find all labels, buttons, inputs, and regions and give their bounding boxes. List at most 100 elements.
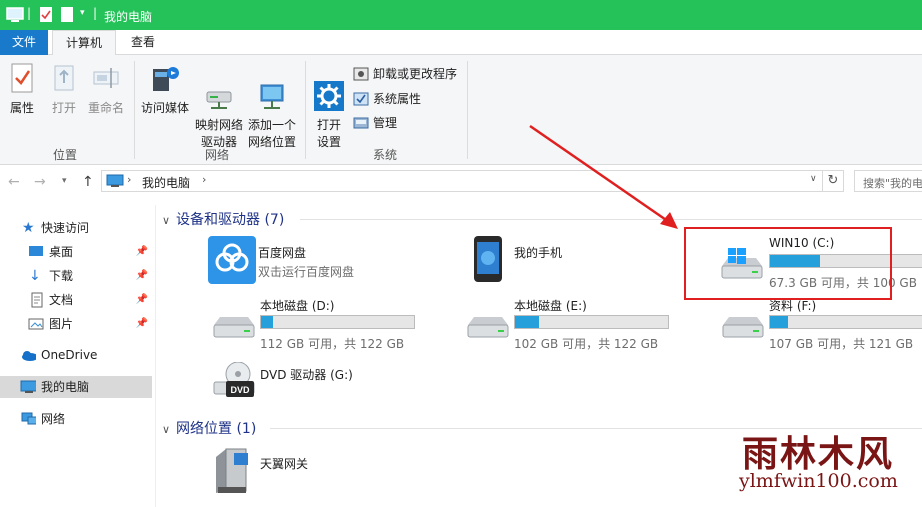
group-divider: [134, 61, 135, 159]
nav-this-pc[interactable]: 我的电脑: [0, 376, 152, 398]
tab-computer[interactable]: 计算机: [52, 30, 116, 56]
drive-name: 本地磁盘 (E:): [514, 299, 587, 313]
system-properties-button[interactable]: 系统属性: [353, 89, 433, 109]
navigation-pane: ★ 快速访问 桌面 📌 ↓ 下载 📌 文档 📌 图片 📌 OneDrive 我的…: [0, 205, 156, 507]
cloud-icon: [22, 351, 36, 361]
nav-label: 文档: [49, 293, 74, 307]
nav-label: 快速访问: [41, 221, 90, 235]
nav-onedrive[interactable]: OneDrive: [0, 344, 152, 366]
manage-icon: [353, 117, 369, 129]
system-properties-label: 系统属性: [373, 92, 422, 106]
nav-documents[interactable]: 文档 📌: [0, 289, 152, 311]
network-group-label: 网络: [205, 148, 230, 162]
uninstall-program-button[interactable]: 卸载或更改程序: [353, 64, 463, 84]
section-title: 设备和驱动器 (7): [176, 212, 285, 228]
title-bar: | ▾ | 我的电脑: [0, 0, 922, 30]
open-button[interactable]: 打开: [46, 63, 82, 117]
properties-quick-icon[interactable]: [38, 6, 54, 24]
add-network-location-label: 添加一个 网络位置: [247, 118, 296, 149]
computer-icon: [106, 174, 124, 187]
nav-pictures[interactable]: 图片 📌: [0, 313, 152, 335]
breadcrumb-chevron-icon[interactable]: ›: [202, 173, 206, 186]
forward-arrow-icon[interactable]: →: [34, 174, 46, 190]
separator-icon: |: [93, 6, 98, 20]
settings-gear-icon: [314, 81, 344, 111]
computer-icon[interactable]: [6, 6, 24, 24]
group-divider: [305, 61, 306, 159]
collapse-chevron-icon[interactable]: ∨: [162, 423, 176, 436]
nav-label: 图片: [49, 317, 74, 331]
pin-icon[interactable]: 📌: [136, 313, 148, 335]
open-icon: [54, 65, 74, 91]
ribbon: 属性 打开 重命名 位置 访问媒体 映射网络 驱动器 添加一个 网络位置 网络: [0, 55, 922, 165]
drive-free-space: 102 GB 可用，共 122 GB: [514, 337, 659, 351]
item-name: 百度网盘: [258, 246, 307, 260]
network-device-icon: [216, 448, 248, 493]
open-label: 打开: [51, 101, 76, 115]
search-box[interactable]: 搜索"我的电: [854, 170, 922, 192]
drive-f-item[interactable]: 资料 (F:) 107 GB 可用，共 121 GB: [719, 297, 922, 353]
add-network-location-button[interactable]: 添加一个 网络位置: [246, 63, 298, 168]
properties-button[interactable]: 属性: [4, 63, 40, 117]
desktop-icon: [29, 246, 43, 256]
watermark-url: ylmfwin100.com: [739, 470, 898, 492]
drive-d-item[interactable]: 本地磁盘 (D:) 112 GB 可用，共 122 GB: [210, 297, 430, 353]
drive-name: DVD 驱动器 (G:): [260, 368, 353, 382]
separator-icon: |: [27, 6, 32, 20]
open-settings-button[interactable]: 打开 设置: [311, 63, 347, 168]
section-title: 网络位置 (1): [176, 421, 257, 437]
back-arrow-icon[interactable]: ←: [8, 174, 20, 190]
uninstall-label: 卸载或更改程序: [373, 67, 458, 81]
customize-quick-access-icon[interactable]: ▾: [80, 8, 85, 18]
star-icon: ★: [22, 220, 35, 236]
nav-desktop[interactable]: 桌面 📌: [0, 241, 152, 263]
rename-icon: [93, 68, 119, 88]
pin-icon[interactable]: 📌: [136, 265, 148, 287]
properties-icon: [11, 63, 33, 93]
phone-icon: [474, 236, 502, 282]
rename-button[interactable]: 重命名: [86, 63, 126, 117]
up-arrow-icon[interactable]: ↑: [82, 174, 94, 190]
devices-section-header[interactable]: ∨ 设备和驱动器 (7): [162, 209, 284, 229]
item-name: 我的手机: [514, 246, 563, 260]
network-section-header[interactable]: ∨ 网络位置 (1): [162, 418, 256, 438]
nav-quick-access[interactable]: ★ 快速访问: [0, 217, 152, 239]
network-drive-icon: [206, 91, 232, 109]
download-arrow-icon: ↓: [29, 268, 41, 284]
breadcrumb-chevron-icon[interactable]: ›: [127, 173, 131, 186]
recent-locations-icon[interactable]: ▾: [62, 176, 67, 186]
breadcrumb-this-pc[interactable]: 我的电脑: [142, 174, 190, 191]
manage-button[interactable]: 管理: [353, 113, 413, 133]
computer-icon: [20, 380, 36, 393]
collapse-chevron-icon[interactable]: ∨: [162, 214, 176, 227]
refresh-button[interactable]: ↻: [822, 170, 844, 192]
location-group-label: 位置: [53, 148, 78, 162]
ribbon-tabs: 文件 计算机 查看: [0, 30, 922, 56]
tab-view[interactable]: 查看: [120, 30, 166, 55]
tianyi-gateway-item[interactable]: 天翼网关: [210, 448, 410, 497]
tab-file[interactable]: 文件: [0, 30, 48, 55]
pin-icon[interactable]: 📌: [136, 241, 148, 263]
dvd-drive-item[interactable]: DVD DVD 驱动器 (G:): [210, 362, 410, 406]
drive-e-item[interactable]: 本地磁盘 (E:) 102 GB 可用，共 122 GB: [464, 297, 684, 353]
address-dropdown-icon[interactable]: ∨: [810, 174, 817, 184]
nav-label: 我的电脑: [41, 380, 90, 394]
group-divider: [467, 61, 468, 159]
properties-label: 属性: [9, 101, 34, 115]
new-folder-quick-icon[interactable]: [60, 6, 74, 24]
item-subtitle: 双击运行百度网盘: [258, 265, 355, 279]
access-media-button[interactable]: 访问媒体: [138, 63, 192, 117]
pin-icon[interactable]: 📌: [136, 289, 148, 311]
refresh-icon: ↻: [827, 173, 839, 188]
window-title: 我的电脑: [104, 10, 153, 24]
my-phone-item[interactable]: 我的手机: [464, 236, 664, 288]
nav-downloads[interactable]: ↓ 下载 📌: [0, 265, 152, 287]
nav-network[interactable]: 网络: [0, 408, 152, 430]
baidu-netdisk-item[interactable]: 百度网盘 双击运行百度网盘: [208, 236, 438, 288]
nav-label: 桌面: [49, 245, 74, 259]
address-bar[interactable]: › 我的电脑 › ∨: [101, 170, 823, 192]
nav-label: OneDrive: [41, 348, 98, 362]
document-icon: [31, 292, 43, 308]
nav-label: 网络: [41, 412, 66, 426]
system-properties-icon: [353, 92, 369, 106]
